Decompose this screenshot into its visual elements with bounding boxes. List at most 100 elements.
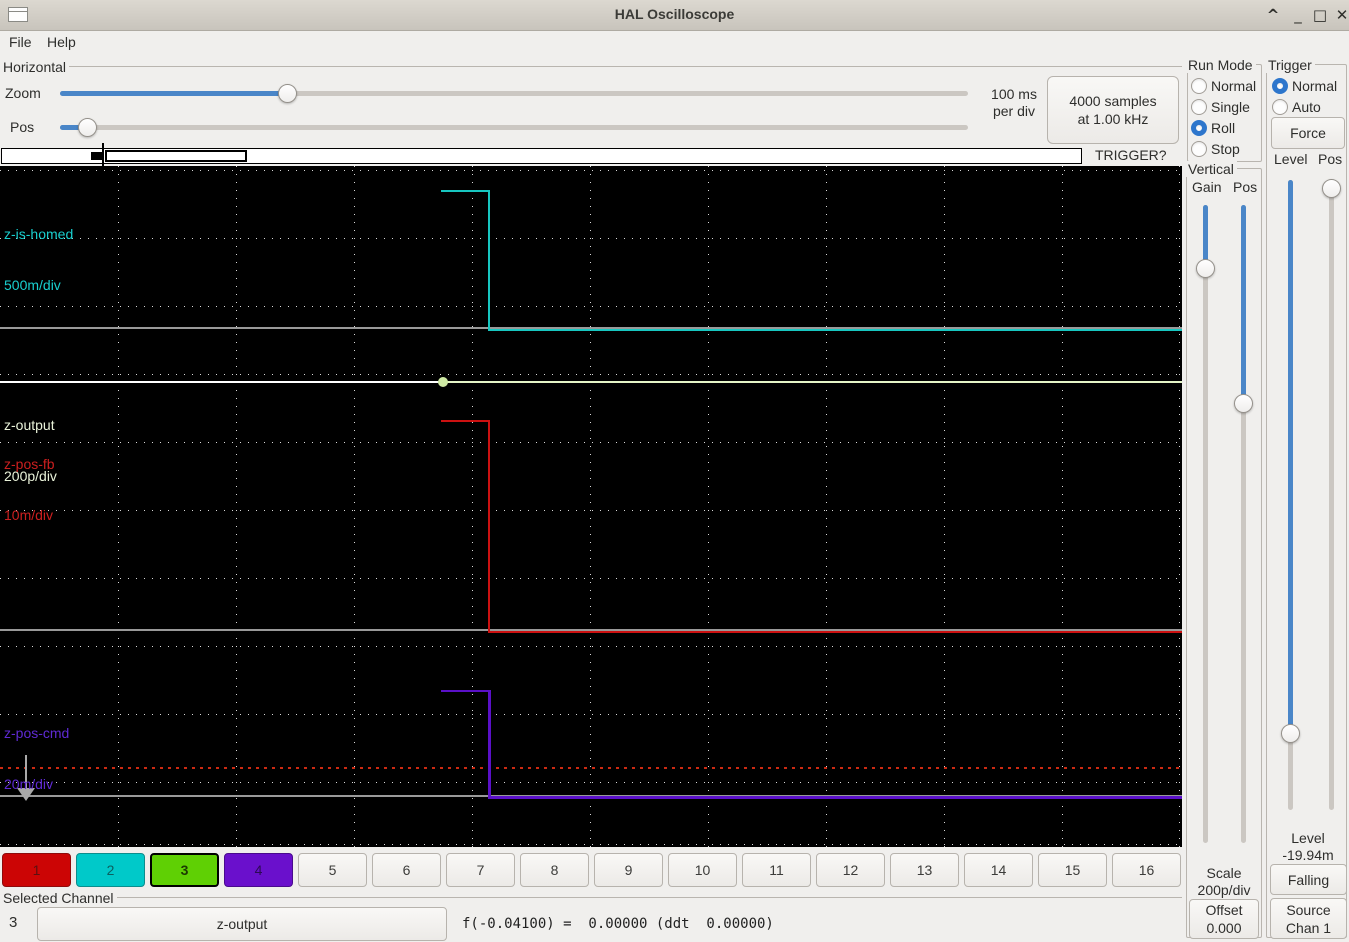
grid-line [0,578,1182,579]
close-button[interactable]: ✕ [1332,4,1349,26]
channel-label-z-is-homed: z-is-homed 500m/div [4,226,74,293]
trigger-edge-button[interactable]: Falling [1270,864,1347,895]
scope-display: z-is-homed 500m/div z-output 200p/div z-… [0,166,1182,847]
trace-z-pos-fb [441,420,490,422]
vertical-gain-slider-handle[interactable] [1196,259,1215,278]
selected-channel-name-button[interactable]: z-output [37,907,447,941]
selected-channel-group-label: Selected Channel [0,890,117,906]
grid-line [0,442,1182,443]
channel-button-14[interactable]: 14 [964,853,1033,887]
channel-button-12[interactable]: 12 [816,853,885,887]
vertical-offset-button[interactable]: Offset 0.000 [1189,899,1259,939]
channel-label-z-pos-fb: z-pos-fb 10m/div [4,456,55,523]
grid-line [944,166,945,847]
trigger-level-slider-label: Level [1274,151,1308,167]
trace-z-is-homed [488,329,1182,331]
trigger-level-slider-fill [1288,180,1293,734]
grid-line [472,166,473,847]
grid-line [0,170,1182,171]
trigger-auto-radio[interactable] [1272,99,1288,115]
run-mode-group-label: Run Mode [1185,57,1256,73]
time-per-div-readout: 100 ms per div [983,86,1045,120]
vertical-gain-label: Gain [1192,179,1222,195]
trace-z-is-homed [441,190,490,192]
pos-slider-track[interactable] [60,125,968,130]
run-mode-normal-label[interactable]: Normal [1211,78,1256,94]
trigger-level-line [0,767,1182,769]
grid-line [0,510,1182,511]
channel-button-13[interactable]: 13 [890,853,959,887]
channel-button-3[interactable]: 3 [150,853,219,887]
run-mode-roll-radio[interactable] [1191,120,1207,136]
channel-button-8[interactable]: 8 [520,853,589,887]
run-mode-stop-radio[interactable] [1191,141,1207,157]
menu-file[interactable]: File [9,34,32,50]
minimize-button[interactable]: _ [1288,4,1308,26]
channel-button-7[interactable]: 7 [446,853,515,887]
vertical-pos-slider-handle[interactable] [1234,394,1253,413]
grid-line [590,166,591,847]
selected-channel-number: 3 [9,914,18,931]
grid-line [826,166,827,847]
grid-line [708,166,709,847]
channel-button-6[interactable]: 6 [372,853,441,887]
window-title: HAL Oscilloscope [614,6,735,22]
trace-z-pos-fb [488,420,490,632]
trace-z-pos-cmd [488,690,491,798]
samples-rate: at 1.00 kHz [1077,111,1149,127]
pos-slider-label: Pos [10,119,35,135]
vertical-gain-slider-track[interactable] [1203,205,1208,843]
channel-button-10[interactable]: 10 [668,853,737,887]
run-mode-single-label[interactable]: Single [1211,99,1250,115]
grid-line [1179,166,1180,847]
trigger-level-slider-handle[interactable] [1281,724,1300,743]
grid-line [0,374,1182,375]
trigger-pos-slider-label: Pos [1318,151,1343,167]
halscope-window: HAL Oscilloscope ^ _ □ ✕ File Help Horiz… [0,0,1349,942]
channel-button-5[interactable]: 5 [298,853,367,887]
trigger-force-button[interactable]: Force [1271,117,1345,149]
channel-button-2[interactable]: 2 [76,853,145,887]
trigger-pos-slider-handle[interactable] [1322,179,1341,198]
vertical-frame [1186,168,1262,938]
run-mode-single-radio[interactable] [1191,99,1207,115]
grid-line [0,238,1182,239]
zoom-slider-fill [60,91,288,96]
pos-slider-handle[interactable] [78,118,97,137]
trigger-normal-radio[interactable] [1272,78,1288,94]
run-mode-stop-label[interactable]: Stop [1211,141,1240,157]
trigger-status-label: TRIGGER? [1095,147,1167,163]
zoom-slider-label: Zoom [5,85,41,101]
shade-button[interactable]: ^ [1263,4,1283,26]
channel-button-1[interactable]: 1 [2,853,71,887]
trigger-pos-slider-track[interactable] [1329,180,1334,810]
grid-line [118,166,119,847]
vertical-group-label: Vertical [1185,161,1237,177]
trigger-level-readout: Level -19.94m [1282,830,1334,863]
record-view-trigger-marker [102,143,104,170]
run-mode-roll-label[interactable]: Roll [1211,120,1235,136]
maximize-button[interactable]: □ [1310,4,1330,26]
zoom-slider-handle[interactable] [278,84,297,103]
trace-z-pos-cmd [488,796,1182,799]
channel-value-readout: f(-0.04100) = 0.00000 (ddt 0.00000) [462,916,774,932]
record-view-window [105,150,247,162]
trace-z-output-sample-dot [438,377,448,387]
channel-button-9[interactable]: 9 [594,853,663,887]
grid-line [0,306,1182,307]
selected-channel-group-border [0,897,1182,898]
vertical-scale-readout: Scale 200p/div [1197,865,1251,898]
trigger-normal-label[interactable]: Normal [1292,78,1337,94]
channel-button-16[interactable]: 16 [1112,853,1181,887]
trigger-auto-label[interactable]: Auto [1292,99,1321,115]
samples-button[interactable]: 4000 samples at 1.00 kHz [1047,76,1179,144]
trigger-source-button[interactable]: Source Chan 1 [1270,898,1347,939]
menu-help[interactable]: Help [47,34,76,50]
vertical-pos-slider-fill [1241,205,1246,404]
trace-z-pos-cmd [441,690,490,692]
channel-button-15[interactable]: 15 [1038,853,1107,887]
channel-button-4[interactable]: 4 [224,853,293,887]
channel-button-11[interactable]: 11 [742,853,811,887]
run-mode-normal-radio[interactable] [1191,78,1207,94]
menubar: File Help [0,31,1349,55]
